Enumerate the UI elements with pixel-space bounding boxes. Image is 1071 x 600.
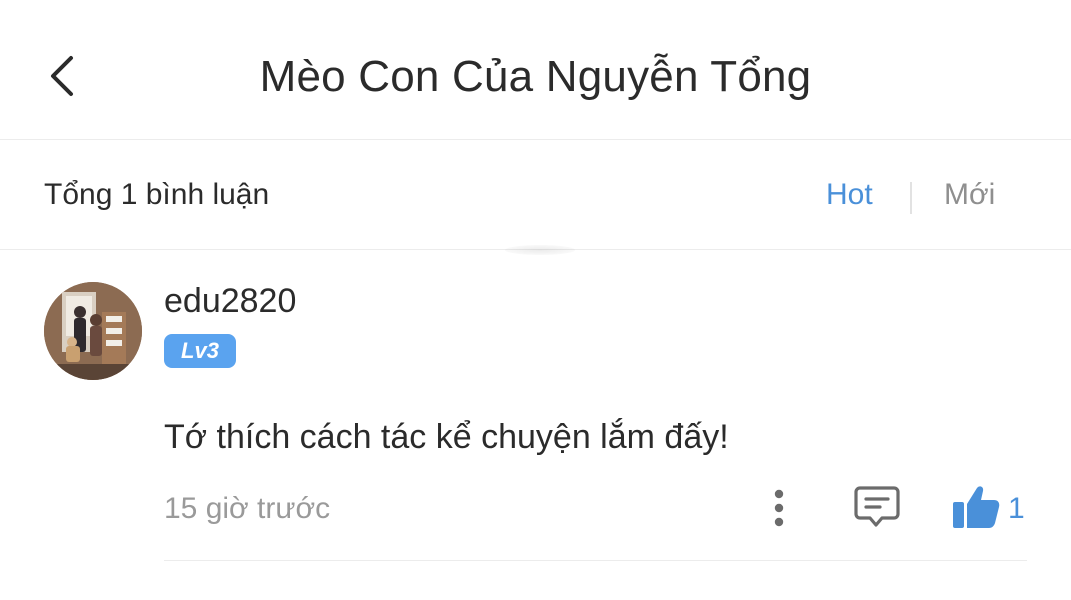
sort-hot-tab[interactable]: Hot — [826, 178, 873, 212]
sort-new-tab[interactable]: Mới — [944, 178, 995, 212]
more-options-button[interactable] — [764, 486, 794, 530]
like-button[interactable] — [950, 482, 1002, 530]
more-vertical-icon — [774, 489, 784, 527]
avatar[interactable] — [44, 282, 142, 380]
comment-text: Tớ thích cách tác kể chuyện lắm đấy! — [164, 418, 729, 456]
thumbs-up-icon — [953, 486, 1000, 528]
reply-button[interactable] — [852, 484, 902, 530]
level-badge: Lv3 — [164, 334, 236, 368]
sort-separator — [910, 182, 912, 214]
comment-icon — [854, 486, 900, 527]
app-header: Mèo Con Của Nguyễn Tổng — [0, 0, 1071, 140]
scroll-shadow — [505, 245, 575, 255]
comment-timestamp: 15 giờ trước — [164, 492, 331, 525]
like-count: 1 — [1008, 492, 1025, 525]
comment-count-label: Tổng 1 bình luận — [44, 178, 270, 211]
avatar-image — [44, 282, 142, 380]
page-title: Mèo Con Của Nguyễn Tổng — [259, 52, 812, 101]
comment-username[interactable]: edu2820 — [164, 282, 296, 321]
comment-divider — [164, 560, 1027, 561]
